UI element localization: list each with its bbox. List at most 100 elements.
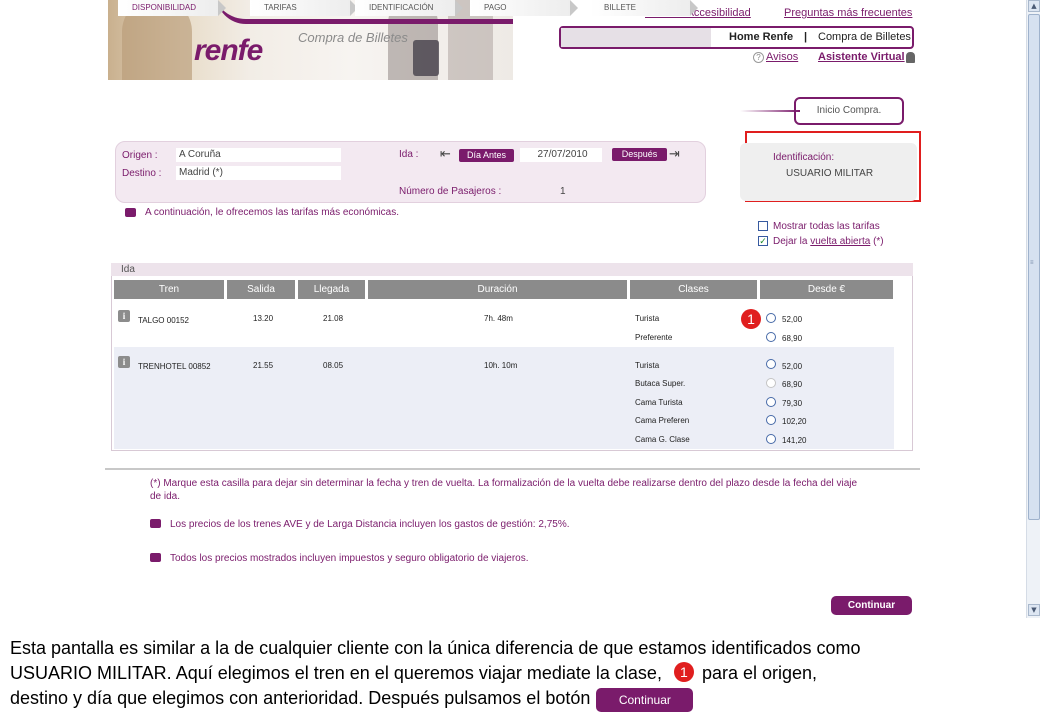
continue-button[interactable]: Continuar [831, 596, 912, 615]
caption-line3: destino y día que elegimos con anteriori… [10, 686, 1030, 712]
fare-radio[interactable] [766, 313, 776, 323]
open-return-suffix: (*) [873, 236, 884, 247]
vertical-scrollbar[interactable]: ▲ ≡ ▼ [1026, 0, 1040, 618]
identification-title: Identificación: [773, 152, 835, 163]
pasajeros-value: 1 [560, 186, 566, 197]
fare-price: 68,90 [782, 380, 803, 389]
fare-price: 141,20 [782, 436, 807, 445]
caption-line2-b: para el origen, [701, 663, 818, 683]
inicio-compra-button[interactable]: Inicio Compra. [794, 97, 904, 125]
caption-line1: Esta pantalla es similar a la de cualqui… [10, 638, 861, 658]
management-fee-note: Los precios de los trenes AVE y de Larga… [170, 519, 570, 530]
step-arrow-icon [218, 0, 226, 16]
step-arrow-icon [690, 0, 698, 16]
step-label: IDENTIFICACIÓN [369, 3, 434, 12]
caption-continue-button: Continuar [596, 688, 694, 712]
date-field: 27/07/2010 [520, 148, 602, 162]
class-name: Turista [635, 314, 660, 323]
avisos-label: Avisos [766, 51, 799, 63]
step-tarifas: TARIFAS [250, 0, 358, 16]
step-pago: PAGO [470, 0, 578, 16]
open-return-checkbox[interactable]: ✓ [758, 236, 768, 246]
train-llegada: 08.05 [323, 361, 344, 370]
class-name: Cama Turista [635, 398, 683, 407]
renfe-logo[interactable]: renfe [194, 34, 263, 68]
fare-radio[interactable] [766, 359, 776, 369]
breadcrumb-separator: | [804, 31, 808, 43]
avisos-link[interactable]: ? Avisos [753, 51, 798, 63]
assistant-person-icon[interactable] [906, 52, 915, 63]
fare-radio[interactable] [766, 415, 776, 425]
step-label: PAGO [484, 3, 507, 12]
dia-antes-button[interactable]: Día Antes [459, 149, 514, 162]
open-return-link[interactable]: vuelta abierta [810, 236, 870, 247]
destino-field: Madrid (*) [176, 166, 341, 180]
step-marker-badge: 1 [741, 309, 761, 329]
fare-price: 102,20 [782, 417, 807, 426]
scroll-grip-icon: ≡ [1030, 260, 1034, 266]
scroll-down-arrow-icon[interactable]: ▼ [1028, 604, 1040, 616]
show-all-fares-checkbox[interactable] [758, 221, 768, 231]
train-duracion: 10h. 10m [484, 361, 518, 370]
divider [105, 468, 920, 470]
open-return-prefix: Dejar la [773, 236, 808, 247]
step-arrow-icon [455, 0, 463, 16]
previous-day-icon[interactable]: ⇤ [440, 147, 451, 162]
breadcrumb-fill [561, 28, 711, 47]
virtual-assistant-link[interactable]: Asistente Virtual [818, 51, 905, 63]
fare-radio[interactable] [766, 332, 776, 342]
class-name: Preferente [635, 333, 673, 342]
home-renfe-link[interactable]: Home Renfe [729, 31, 793, 43]
banner-title: Compra de Billetes [298, 30, 408, 45]
breadcrumb-current: Compra de Billetes [818, 31, 911, 43]
train-info-icon[interactable]: i [118, 310, 130, 322]
train-salida: 21.55 [253, 361, 274, 370]
next-day-icon[interactable]: ⇥ [669, 147, 680, 162]
col-header-salida: Salida [227, 280, 295, 299]
show-all-fares-label: Mostrar todas las tarifas [773, 221, 880, 232]
step-label: BILLETE [604, 3, 637, 12]
col-header-llegada: Llegada [298, 280, 365, 299]
help-icon: ? [753, 52, 764, 63]
fare-radio-disabled [766, 378, 776, 388]
origen-field: A Coruña [176, 148, 341, 162]
class-name: Cama G. Clase [635, 435, 690, 444]
train-llegada: 21.08 [323, 314, 344, 323]
origen-label: Origen : [122, 150, 158, 161]
fare-radio[interactable] [766, 434, 776, 444]
open-return-note-line1: (*) Marque esta casilla para dejar sin d… [150, 478, 858, 489]
faq-link[interactable]: Preguntas más frecuentes [784, 7, 912, 19]
destino-label: Destino : [122, 168, 162, 179]
step-billete: BILLETE [590, 0, 698, 16]
train-name: TRENHOTEL 00852 [138, 362, 211, 371]
fare-radio[interactable] [766, 397, 776, 407]
step-label: DISPONIBILIDAD [132, 3, 197, 12]
breadcrumb: Home Renfe | Compra de Billetes [559, 26, 914, 49]
col-header-clases: Clases [630, 280, 757, 299]
class-name: Turista [635, 361, 660, 370]
col-header-duracion: Duración [368, 280, 627, 299]
caption-line2-a: USUARIO MILITAR. Aquí elegimos el tren e… [10, 663, 662, 683]
class-name: Butaca Super. [635, 379, 686, 388]
scroll-up-arrow-icon[interactable]: ▲ [1028, 0, 1040, 12]
identification-value: USUARIO MILITAR [786, 168, 874, 179]
col-header-tren: Tren [114, 280, 224, 299]
inicio-line [740, 110, 800, 112]
class-name: Cama Preferen [635, 416, 690, 425]
bullet-square-icon [150, 519, 161, 528]
fare-price: 68,90 [782, 334, 803, 343]
despues-button[interactable]: Después [612, 148, 667, 161]
train-name: TALGO 00152 [138, 316, 189, 325]
scroll-thumb[interactable] [1028, 14, 1040, 520]
step-label: TARIFAS [264, 3, 297, 12]
bullet-square-icon [125, 208, 136, 217]
open-return-note: (*) Marque esta casilla para dejar sin d… [150, 477, 910, 503]
train-duracion: 7h. 48m [484, 314, 513, 323]
caption-marker-badge: 1 [673, 662, 694, 682]
col-header-precio: Desde € [760, 280, 893, 299]
table-section-title: Ida [111, 263, 913, 276]
ida-label: Ida : [399, 149, 419, 160]
fare-price: 79,30 [782, 399, 803, 408]
train-info-icon[interactable]: i [118, 356, 130, 368]
fare-price: 52,00 [782, 362, 803, 371]
